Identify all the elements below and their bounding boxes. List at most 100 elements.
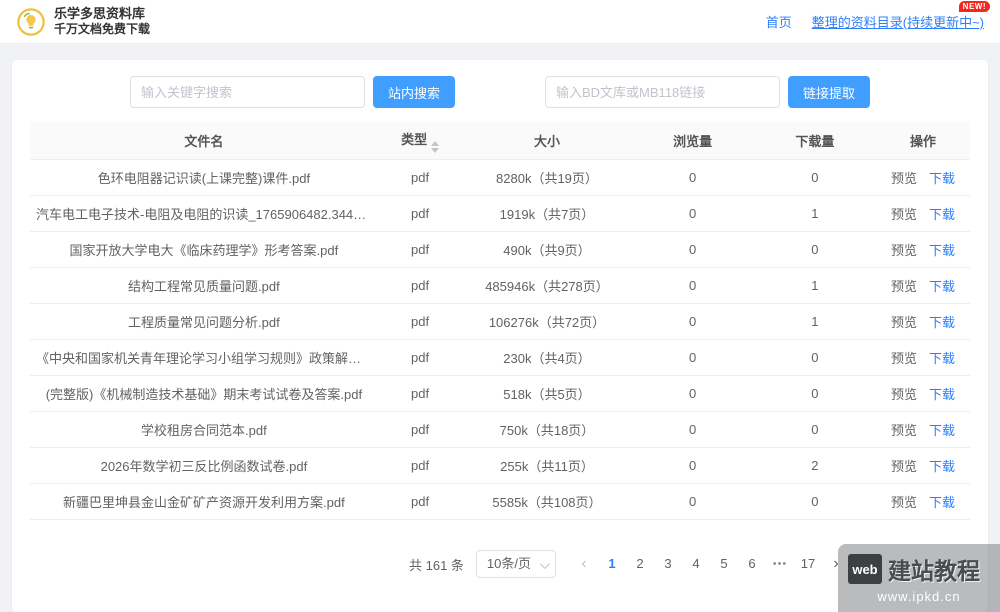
page-button-2[interactable]: 2: [628, 550, 652, 578]
top-bar: 乐学多思资料库 千万文档免费下载 首页 整理的资料目录(持续更新中~)NEW!: [0, 0, 1000, 44]
file-downloads: 0: [754, 386, 876, 401]
more-pages-icon[interactable]: •••: [768, 550, 792, 578]
file-size: 8280k（共19页）: [462, 168, 631, 187]
watermark-url: www.ipkd.cn: [848, 589, 990, 604]
download-link[interactable]: 下载: [929, 171, 955, 186]
nav-home-link[interactable]: 首页: [766, 12, 792, 31]
page-button-6[interactable]: 6: [740, 550, 764, 578]
preview-link[interactable]: 预览: [891, 423, 917, 438]
preview-link[interactable]: 预览: [891, 279, 917, 294]
file-type: pdf: [378, 458, 463, 473]
file-views: 0: [632, 350, 754, 365]
file-type: pdf: [378, 422, 463, 437]
site-search-button[interactable]: 站内搜索: [373, 76, 455, 108]
web-logo-icon: web: [848, 554, 882, 584]
file-name[interactable]: 汽车电工电子技术-电阻及电阻的识读_1765906482.344213.pdf: [30, 204, 378, 223]
chevron-down-icon: [540, 559, 550, 569]
watermark: web 建站教程 www.ipkd.cn: [838, 544, 1000, 612]
sort-caret-icon[interactable]: [431, 141, 439, 153]
page-button-last[interactable]: 17: [796, 550, 820, 578]
file-type: pdf: [378, 350, 463, 365]
download-link[interactable]: 下载: [929, 423, 955, 438]
preview-link[interactable]: 预览: [891, 387, 917, 402]
file-name[interactable]: 色环电阻器记识读(上课完整)课件.pdf: [30, 168, 378, 187]
header-type-label: 类型: [401, 132, 427, 147]
link-extract-button[interactable]: 链接提取: [788, 76, 870, 108]
file-size: 750k（共18页）: [462, 420, 631, 439]
file-views: 0: [632, 386, 754, 401]
file-type: pdf: [378, 494, 463, 509]
preview-link[interactable]: 预览: [891, 207, 917, 222]
file-type: pdf: [378, 206, 463, 221]
page-size-value: 10条/页: [487, 556, 531, 571]
file-downloads: 0: [754, 242, 876, 257]
table-header: 文件名 类型 大小 浏览量 下载量 操作: [30, 122, 970, 160]
table-row: 工程质量常见问题分析.pdf pdf 106276k（共72页） 0 1 预览下…: [30, 304, 970, 340]
prev-page-button[interactable]: ‹: [572, 550, 596, 578]
table-row: 国家开放大学电大《临床药理学》形考答案.pdf pdf 490k（共9页） 0 …: [30, 232, 970, 268]
file-views: 0: [632, 314, 754, 329]
total-count: 共 161 条: [409, 555, 464, 574]
header-actions: 操作: [876, 131, 970, 150]
keyword-search-input[interactable]: [130, 76, 365, 108]
link-extract-input[interactable]: [545, 76, 780, 108]
download-link[interactable]: 下载: [929, 459, 955, 474]
preview-link[interactable]: 预览: [891, 315, 917, 330]
file-downloads: 1: [754, 314, 876, 329]
table-row: 学校租房合同范本.pdf pdf 750k（共18页） 0 0 预览下载: [30, 412, 970, 448]
file-downloads: 0: [754, 170, 876, 185]
site-title: 乐学多思资料库: [54, 6, 150, 22]
download-link[interactable]: 下载: [929, 207, 955, 222]
table-row: (完整版)《机械制造技术基础》期末考试试卷及答案.pdf pdf 518k（共5…: [30, 376, 970, 412]
download-link[interactable]: 下载: [929, 315, 955, 330]
page-button-4[interactable]: 4: [684, 550, 708, 578]
new-badge: NEW!: [959, 1, 990, 12]
preview-link[interactable]: 预览: [891, 495, 917, 510]
file-views: 0: [632, 206, 754, 221]
table-row: 汽车电工电子技术-电阻及电阻的识读_1765906482.344213.pdf …: [30, 196, 970, 232]
nav-catalog-label: 整理的资料目录(持续更新中~): [812, 15, 984, 30]
file-downloads: 0: [754, 422, 876, 437]
download-link[interactable]: 下载: [929, 387, 955, 402]
preview-link[interactable]: 预览: [891, 459, 917, 474]
file-downloads: 0: [754, 494, 876, 509]
table-row: 《中央和国家机关青年理论学习小组学习规则》政策解读与实施意... pdf 230…: [30, 340, 970, 376]
file-type: pdf: [378, 242, 463, 257]
file-name[interactable]: 国家开放大学电大《临床药理学》形考答案.pdf: [30, 240, 378, 259]
brand-block: 乐学多思资料库 千万文档免费下载: [54, 6, 150, 37]
file-name[interactable]: (完整版)《机械制造技术基础》期末考试试卷及答案.pdf: [30, 384, 378, 403]
download-link[interactable]: 下载: [929, 243, 955, 258]
preview-link[interactable]: 预览: [891, 351, 917, 366]
file-views: 0: [632, 242, 754, 257]
file-size: 106276k（共72页）: [462, 312, 631, 331]
page-size-select[interactable]: 10条/页: [476, 550, 556, 578]
download-link[interactable]: 下载: [929, 279, 955, 294]
page-button-5[interactable]: 5: [712, 550, 736, 578]
file-size: 485946k（共278页）: [462, 276, 631, 295]
preview-link[interactable]: 预览: [891, 171, 917, 186]
page-button-3[interactable]: 3: [656, 550, 680, 578]
file-name[interactable]: 学校租房合同范本.pdf: [30, 420, 378, 439]
file-views: 0: [632, 422, 754, 437]
file-views: 0: [632, 458, 754, 473]
file-name[interactable]: 2026年数学初三反比例函数试卷.pdf: [30, 456, 378, 475]
nav-catalog-link[interactable]: 整理的资料目录(持续更新中~)NEW!: [812, 12, 984, 31]
download-link[interactable]: 下载: [929, 351, 955, 366]
download-link[interactable]: 下载: [929, 495, 955, 510]
header-type[interactable]: 类型: [378, 129, 463, 153]
page-button-1[interactable]: 1: [600, 550, 624, 578]
preview-link[interactable]: 预览: [891, 243, 917, 258]
file-size: 490k（共9页）: [462, 240, 631, 259]
watermark-top: web 建站教程: [848, 552, 990, 586]
file-type: pdf: [378, 314, 463, 329]
table-row: 2026年数学初三反比例函数试卷.pdf pdf 255k（共11页） 0 2 …: [30, 448, 970, 484]
file-name[interactable]: 工程质量常见问题分析.pdf: [30, 312, 378, 331]
header-size: 大小: [462, 131, 631, 150]
file-size: 1919k（共7页）: [462, 204, 631, 223]
file-name[interactable]: 新疆巴里坤县金山金矿矿产资源开发利用方案.pdf: [30, 492, 378, 511]
file-name[interactable]: 结构工程常见质量问题.pdf: [30, 276, 378, 295]
table-row: 新疆巴里坤县金山金矿矿产资源开发利用方案.pdf pdf 5585k（共108页…: [30, 484, 970, 520]
pagination: 共 161 条 10条/页 ‹ 1 2 3 4 5 6 ••• 17 ›: [30, 520, 970, 578]
file-name[interactable]: 《中央和国家机关青年理论学习小组学习规则》政策解读与实施意...: [30, 348, 378, 367]
file-size: 518k（共5页）: [462, 384, 631, 403]
